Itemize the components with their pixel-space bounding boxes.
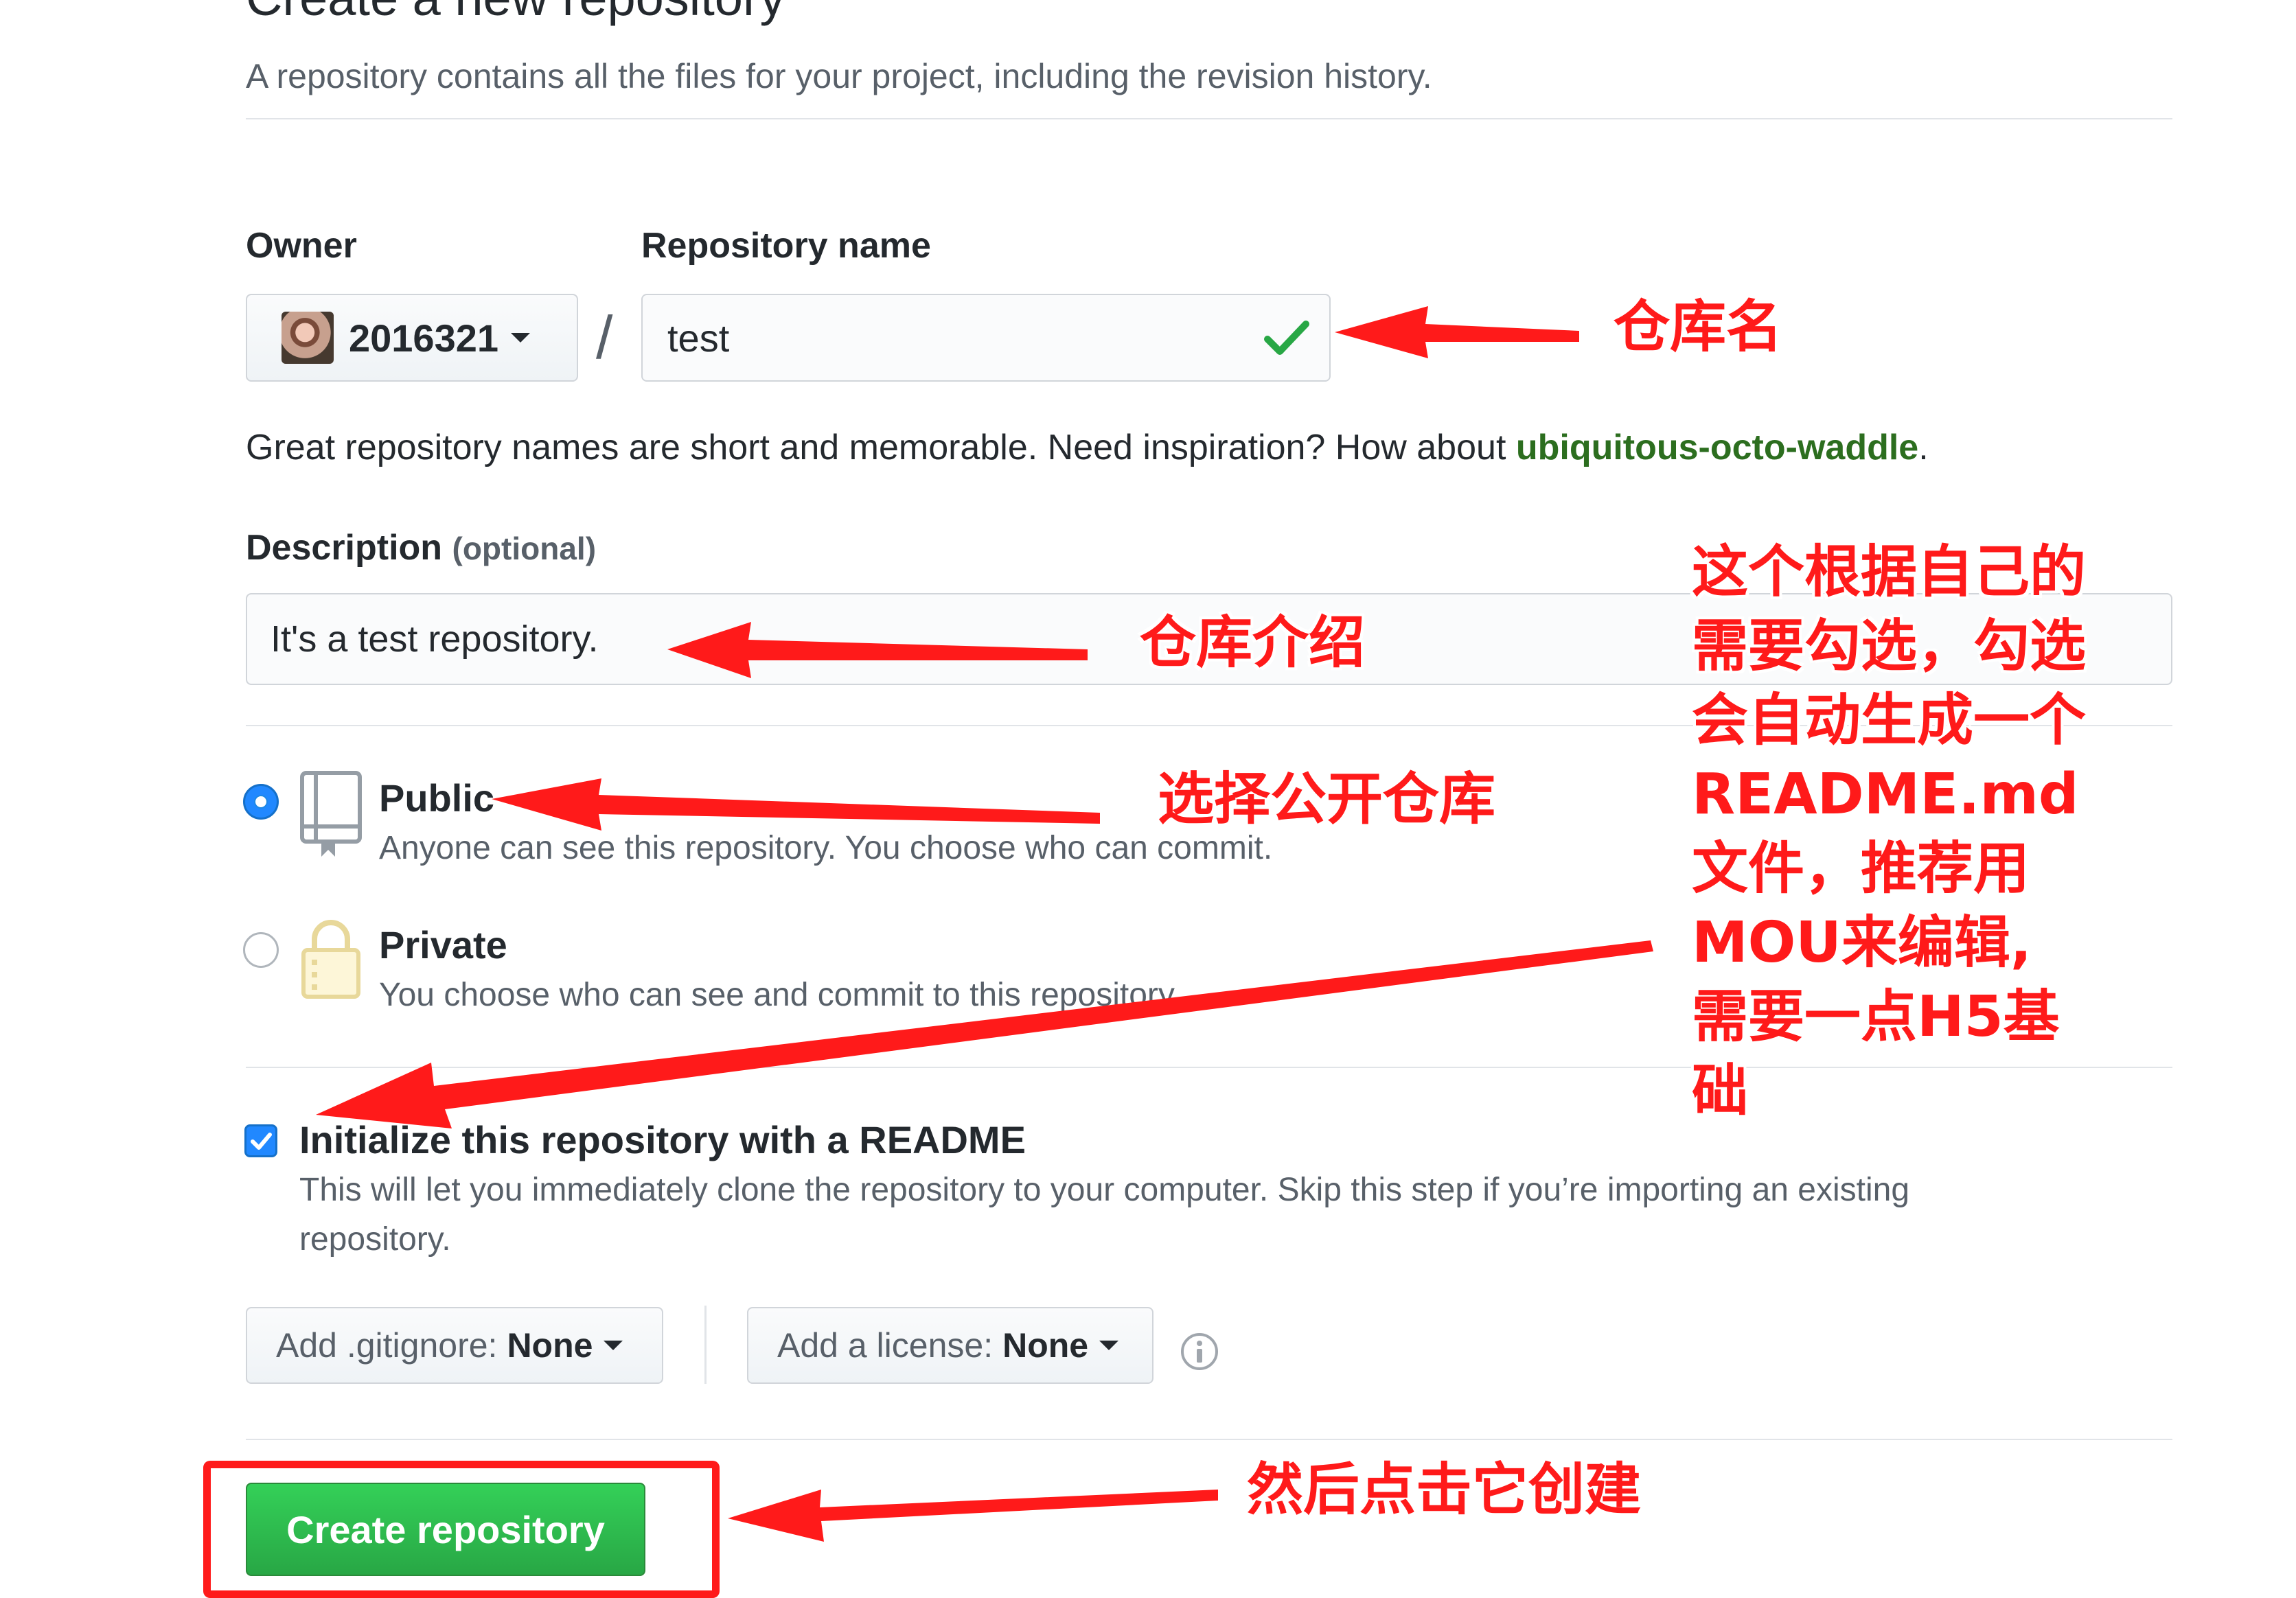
- annotation-repo-name: 仓库名: [1614, 294, 1783, 360]
- annotation-readme: 这个根据自己的 需要勾选，勾选 会自动生成一个 README.md 文件，推荐用…: [1692, 535, 2086, 1128]
- arrow-readme: [316, 940, 1653, 1128]
- annotation-line: 需要一点H5基: [1692, 984, 2060, 1050]
- annotation-public: 选择公开仓库: [1158, 767, 1496, 832]
- annotation-line: 会自动生成一个: [1692, 688, 2087, 753]
- annotation-create: 然后点击它创建: [1247, 1457, 1642, 1522]
- annotation-line: 础: [1692, 1058, 1749, 1124]
- arrow-description: [667, 622, 1088, 678]
- arrow-repo-name: [1335, 306, 1579, 358]
- annotation-line: 这个根据自己的: [1692, 540, 2087, 605]
- annotation-line: MOU来编辑,: [1692, 910, 2032, 975]
- arrow-public: [492, 778, 1100, 831]
- annotation-line: README.md: [1692, 762, 2079, 827]
- arrow-create: [728, 1490, 1218, 1542]
- annotation-line: 需要勾选，勾选: [1692, 614, 2087, 679]
- annotation-description: 仓库介绍: [1140, 610, 1366, 675]
- annotation-line: 文件，推荐用: [1692, 836, 2030, 901]
